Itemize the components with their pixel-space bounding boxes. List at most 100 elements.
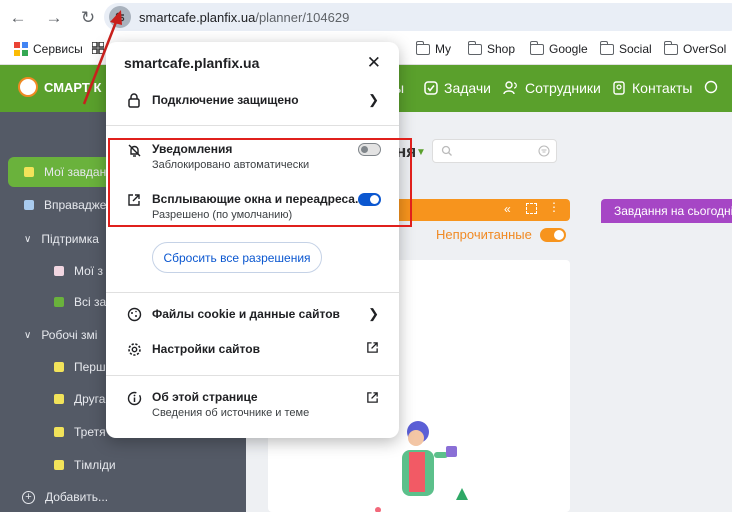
external-link-icon — [366, 391, 379, 407]
bookmark-shop[interactable]: Shop — [467, 40, 516, 56]
sidebar-item-label: Перш — [74, 360, 106, 374]
bookmark-oversol[interactable]: OverSol — [663, 40, 726, 56]
today-tasks-column[interactable]: Завдання на сьогодні — [601, 199, 732, 223]
chevron-down-icon: ∨ — [24, 329, 32, 341]
sidebar-item-third[interactable]: Третя — [54, 421, 106, 443]
browser-toolbar: ← → ↻ smartcafe.planfix.ua/planner/10462… — [0, 0, 732, 35]
nav-more[interactable] — [704, 80, 718, 94]
brand-logo[interactable]: СМАРТ К — [18, 77, 101, 97]
sidebar-item-label: Вправадже — [44, 198, 107, 212]
checkbox-icon — [424, 81, 438, 95]
reset-permissions-button[interactable]: Сбросить все разрешения — [152, 242, 322, 273]
cookies-label: Файлы cookie и данные сайтов — [152, 307, 340, 321]
bookmark-label: Сервисы — [33, 42, 83, 56]
expand-icon[interactable] — [526, 203, 537, 214]
connection-label: Подключение защищено — [152, 93, 299, 107]
folder-icon — [529, 40, 544, 55]
color-square-icon — [54, 266, 64, 276]
folder-icon — [663, 40, 678, 55]
bookmark-label: Google — [549, 42, 588, 56]
gear-icon — [126, 341, 142, 357]
bookmark-label: Social — [619, 42, 652, 56]
nav-contacts[interactable]: Контакты — [612, 80, 692, 96]
search-icon — [441, 145, 452, 156]
sidebar-group-shifts[interactable]: ∨ Робочі змі — [24, 324, 97, 346]
tune-icon — [115, 12, 125, 22]
color-square-icon — [54, 394, 64, 404]
filter-icon[interactable] — [538, 145, 550, 157]
sidebar-item-label: Добавить... — [45, 490, 109, 504]
divider — [106, 125, 399, 126]
sidebar-add-button[interactable]: + Добавить... — [22, 486, 108, 508]
site-info-button[interactable] — [109, 6, 131, 28]
bookmark-my[interactable]: My — [415, 40, 451, 56]
annotation-highlight-box — [108, 138, 412, 227]
about-page-row[interactable]: Об этой странице Сведения об источнике и… — [126, 390, 309, 419]
bookmark-google[interactable]: Google — [529, 40, 588, 56]
bookmark-services[interactable]: Сервисы — [14, 42, 83, 56]
divider — [106, 375, 399, 376]
color-square-icon — [54, 427, 64, 437]
sidebar-item-all-support[interactable]: Всі за — [54, 291, 106, 313]
bookmark-label: Shop — [487, 42, 516, 56]
sidebar-item-teamleads[interactable]: Тімліди — [54, 454, 116, 476]
color-square-icon — [54, 297, 64, 307]
site-settings-label: Настройки сайтов — [152, 342, 260, 356]
close-icon[interactable]: ✕ — [367, 53, 381, 73]
sidebar-item-implementation[interactable]: Вправадже — [24, 194, 106, 216]
sidebar-item-second[interactable]: Друга — [54, 388, 105, 410]
apps-grid-icon — [14, 42, 28, 56]
color-square-icon — [24, 167, 34, 177]
bookmark-social[interactable]: Social — [599, 40, 652, 56]
divider — [106, 292, 399, 293]
nav-employees[interactable]: Сотрудники — [503, 80, 601, 96]
nav-label: Задачи — [444, 80, 492, 96]
search-input[interactable] — [432, 139, 557, 163]
sidebar-item-label: Підтримка — [41, 232, 99, 246]
back-arrow-icon: ← — [9, 7, 27, 27]
sidebar-item-my-support[interactable]: Мої з — [54, 260, 103, 282]
unread-filter[interactable]: Непрочитанные — [436, 227, 566, 242]
sidebar-item-label: Робочі змі — [41, 328, 98, 342]
about-label: Об этой странице — [152, 390, 258, 404]
more-dots-icon[interactable]: ⋮ — [548, 200, 560, 214]
chevron-down-icon: ∨ — [24, 233, 32, 245]
site-info-popup: smartcafe.planfix.ua ✕ Подключение защищ… — [106, 42, 399, 438]
sidebar-item-label: Мої з — [74, 264, 103, 278]
people-icon — [503, 81, 517, 95]
grid-icon — [92, 42, 104, 54]
forward-arrow-icon: → — [45, 7, 63, 27]
bookmark-apps[interactable] — [92, 42, 104, 54]
nav-label: Сотрудники — [525, 80, 601, 96]
connection-secure-row[interactable]: Подключение защищено — [126, 92, 299, 108]
address-bar[interactable]: smartcafe.planfix.ua/planner/104629 — [104, 3, 732, 31]
cookie-icon — [126, 306, 142, 322]
nav-tasks[interactable]: Задачи — [424, 80, 491, 96]
sidebar-item-first[interactable]: Перш — [54, 356, 106, 378]
folder-icon — [467, 40, 482, 55]
sidebar-group-support[interactable]: ∨ Підтримка — [24, 228, 99, 250]
logo-mark-icon — [18, 77, 38, 97]
color-square-icon — [54, 362, 64, 372]
nav-label: Контакты — [632, 80, 693, 96]
back-button[interactable]: ← — [4, 4, 32, 32]
forward-button[interactable]: → — [40, 4, 68, 32]
cookies-row[interactable]: Файлы cookie и данные сайтов — [126, 306, 340, 322]
external-link-icon — [366, 341, 379, 357]
about-sub: Сведения об источнике и теме — [152, 407, 310, 419]
chevron-right-icon: ❯ — [368, 92, 379, 107]
bookmark-label: My — [435, 42, 451, 56]
contacts-book-icon — [613, 81, 625, 95]
plus-circle-icon: + — [22, 490, 35, 504]
url-host: smartcafe.planfix.ua — [139, 9, 256, 25]
url-text: smartcafe.planfix.ua/planner/104629 — [139, 10, 349, 25]
site-settings-row[interactable]: Настройки сайтов — [126, 341, 260, 357]
reload-icon: ↻ — [80, 7, 96, 27]
collapse-icon[interactable]: « — [504, 202, 511, 216]
folder-icon — [415, 40, 430, 55]
unread-toggle[interactable] — [539, 227, 566, 242]
reload-button[interactable]: ↻ — [74, 4, 102, 32]
caret-down-icon[interactable]: ▼ — [416, 147, 426, 158]
unread-label: Непрочитанные — [436, 227, 532, 242]
sidebar-item-my-tasks[interactable]: Мої завдан — [24, 161, 106, 183]
